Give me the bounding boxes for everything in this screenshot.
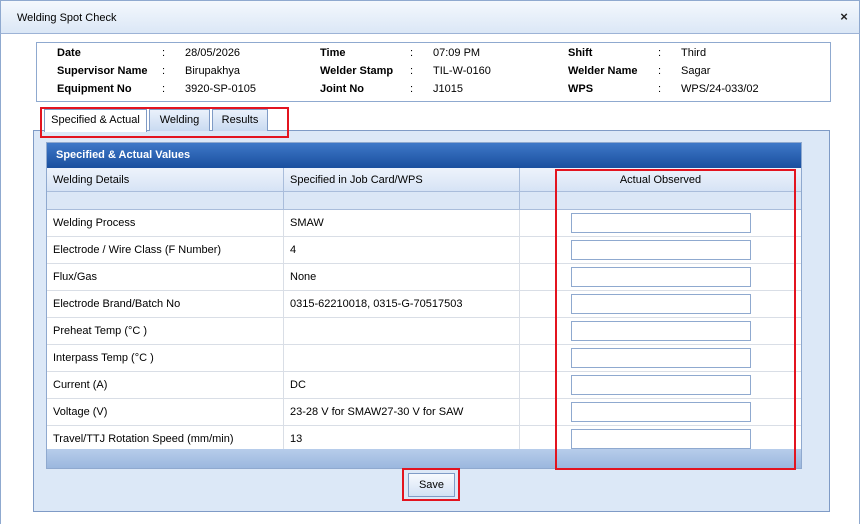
grid-filter-row <box>47 192 801 210</box>
separator: : <box>410 47 414 59</box>
shift-label: Shift <box>568 47 593 59</box>
actual-observed-input[interactable] <box>571 402 751 422</box>
welding-detail-cell: Voltage (V) <box>47 399 284 425</box>
specified-actual-grid: Specified & Actual Values Welding Detail… <box>46 142 802 469</box>
actual-observed-input[interactable] <box>571 348 751 368</box>
date-label: Date <box>57 47 81 59</box>
specified-cell <box>284 318 520 344</box>
specified-cell: 0315-62210018, 0315-G-70517503 <box>284 291 520 317</box>
actual-observed-cell <box>520 345 801 371</box>
actual-observed-input[interactable] <box>571 294 751 314</box>
separator: : <box>162 83 166 95</box>
date-value: 28/05/2026 <box>185 47 241 59</box>
actual-observed-cell <box>520 372 801 398</box>
separator: : <box>658 83 662 95</box>
actual-observed-input[interactable] <box>571 213 751 233</box>
filter-cell[interactable] <box>520 192 801 210</box>
joint-value: J1015 <box>433 83 463 95</box>
welding-detail-cell: Welding Process <box>47 210 284 236</box>
specified-cell: 23-28 V for SMAW27-30 V for SAW <box>284 399 520 425</box>
supervisor-label: Supervisor Name <box>57 65 148 77</box>
specified-cell: SMAW <box>284 210 520 236</box>
grid-header: Welding Details Specified in Job Card/WP… <box>47 168 801 192</box>
actual-observed-input[interactable] <box>571 240 751 260</box>
separator: : <box>658 65 662 77</box>
actual-observed-cell <box>520 291 801 317</box>
header-info-panel: Date : 28/05/2026 Supervisor Name : Biru… <box>36 42 831 102</box>
actual-observed-input[interactable] <box>571 375 751 395</box>
welding-detail-cell: Current (A) <box>47 372 284 398</box>
actual-observed-input[interactable] <box>571 321 751 341</box>
table-row: Voltage (V) 23-28 V for SMAW27-30 V for … <box>47 399 801 426</box>
actual-observed-input[interactable] <box>571 267 751 287</box>
column-header-specified[interactable]: Specified in Job Card/WPS <box>284 168 520 192</box>
specified-cell: None <box>284 264 520 290</box>
actual-observed-cell <box>520 264 801 290</box>
grid-footer <box>47 449 801 468</box>
shift-value: Third <box>681 47 707 59</box>
joint-label: Joint No <box>320 83 364 95</box>
window-titlebar: Welding Spot Check × <box>0 0 860 34</box>
actual-observed-cell <box>520 318 801 344</box>
tab-welding[interactable]: Welding <box>149 109 210 131</box>
wps-label: WPS <box>568 83 594 95</box>
table-row: Flux/Gas None <box>47 264 801 291</box>
table-row: Preheat Temp (°C ) <box>47 318 801 345</box>
time-value: 07:09 PM <box>433 47 481 59</box>
table-row: Welding Process SMAW <box>47 210 801 237</box>
equipment-value: 3920-SP-0105 <box>185 83 256 95</box>
window-title: Welding Spot Check <box>17 12 117 24</box>
table-row: Current (A) DC <box>47 372 801 399</box>
separator: : <box>410 83 414 95</box>
save-button[interactable]: Save <box>408 473 455 497</box>
welding-detail-cell: Preheat Temp (°C ) <box>47 318 284 344</box>
tab-results[interactable]: Results <box>212 109 268 131</box>
welder-name-label: Welder Name <box>568 65 638 77</box>
welding-detail-cell: Flux/Gas <box>47 264 284 290</box>
filter-cell[interactable] <box>47 192 284 210</box>
table-row: Electrode / Wire Class (F Number) 4 <box>47 237 801 264</box>
filter-cell[interactable] <box>284 192 520 210</box>
close-icon[interactable]: × <box>838 10 850 24</box>
welding-detail-cell: Interpass Temp (°C ) <box>47 345 284 371</box>
tab-specified-actual[interactable]: Specified & Actual <box>44 109 147 132</box>
welder-stamp-label: Welder Stamp <box>320 65 394 77</box>
grid-title: Specified & Actual Values <box>47 143 801 168</box>
wps-value: WPS/24-033/02 <box>681 83 759 95</box>
actual-observed-cell <box>520 399 801 425</box>
specified-cell <box>284 345 520 371</box>
equipment-label: Equipment No <box>57 83 132 95</box>
actual-observed-cell <box>520 210 801 236</box>
welding-detail-cell: Electrode / Wire Class (F Number) <box>47 237 284 263</box>
actual-observed-cell <box>520 237 801 263</box>
table-row: Electrode Brand/Batch No 0315-62210018, … <box>47 291 801 318</box>
column-header-welding-details[interactable]: Welding Details <box>47 168 284 192</box>
table-row: Interpass Temp (°C ) <box>47 345 801 372</box>
separator: : <box>162 47 166 59</box>
specified-cell: DC <box>284 372 520 398</box>
column-header-actual-observed[interactable]: Actual Observed <box>520 168 801 192</box>
specified-cell: 4 <box>284 237 520 263</box>
separator: : <box>410 65 414 77</box>
welding-detail-cell: Electrode Brand/Batch No <box>47 291 284 317</box>
separator: : <box>658 47 662 59</box>
separator: : <box>162 65 166 77</box>
actual-observed-input[interactable] <box>571 429 751 449</box>
welder-stamp-value: TIL-W-0160 <box>433 65 491 77</box>
supervisor-value: Birupakhya <box>185 65 241 77</box>
welder-name-value: Sagar <box>681 65 711 77</box>
time-label: Time <box>320 47 346 59</box>
